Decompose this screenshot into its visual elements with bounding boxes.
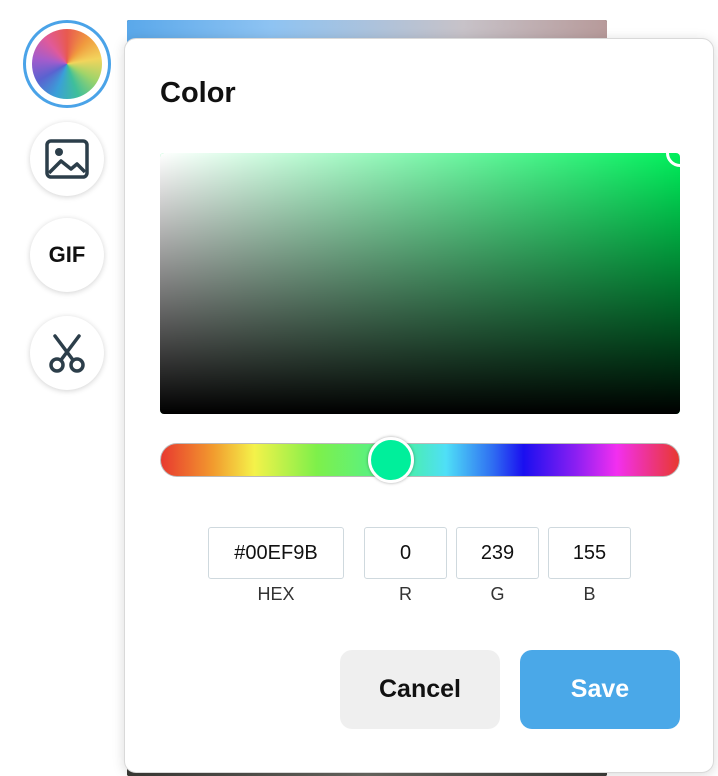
- red-label: R: [399, 584, 412, 604]
- save-button[interactable]: Save: [520, 650, 680, 729]
- scissors-icon: [49, 334, 85, 373]
- blue-label: B: [583, 584, 596, 604]
- cancel-button[interactable]: Cancel: [340, 650, 500, 729]
- red-input[interactable]: 0: [364, 527, 447, 579]
- color-wheel-icon: [32, 29, 102, 99]
- saturation-brightness-area[interactable]: [160, 153, 680, 414]
- hex-label: HEX: [257, 584, 295, 604]
- gif-label: GIF: [48, 242, 86, 267]
- hex-input[interactable]: #00EF9B: [208, 527, 344, 579]
- image-icon: [45, 139, 89, 179]
- trim-tool-button[interactable]: [30, 316, 104, 390]
- color-tool-button[interactable]: [23, 20, 111, 108]
- color-picker-dialog: Color #00EF9B HEX 0 R 239 G 155 B Cancel…: [124, 38, 714, 773]
- green-input[interactable]: 239: [456, 527, 539, 579]
- dialog-title: Color: [160, 77, 236, 109]
- blue-input[interactable]: 155: [548, 527, 631, 579]
- gif-tool-button[interactable]: GIF: [30, 218, 104, 292]
- hue-slider[interactable]: [160, 443, 680, 477]
- green-label: G: [490, 584, 505, 604]
- image-tool-button[interactable]: [30, 122, 104, 196]
